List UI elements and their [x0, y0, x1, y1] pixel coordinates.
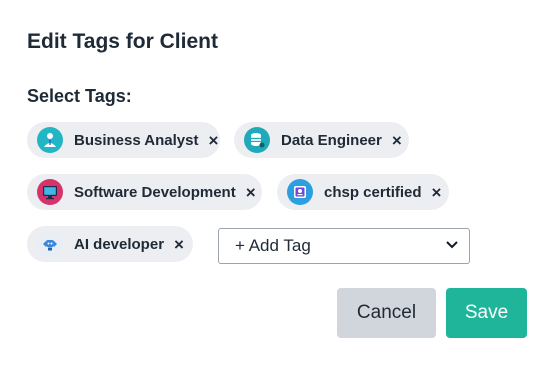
remove-tag-data-engineer-button[interactable]: × [392, 132, 402, 149]
tag-label: Data Engineer [281, 131, 382, 149]
business-analyst-icon [37, 127, 63, 153]
tag-chip-business-analyst: Business Analyst × [27, 122, 220, 158]
remove-tag-business-analyst-button[interactable]: × [209, 132, 219, 149]
dialog-title: Edit Tags for Client [27, 30, 218, 53]
tag-chip-data-engineer: Data Engineer × [234, 122, 409, 158]
tag-label: Business Analyst [74, 131, 199, 149]
tag-label: AI developer [74, 235, 165, 253]
remove-tag-ai-developer-button[interactable]: × [174, 236, 184, 253]
add-tag-selected-value: + Add Tag [235, 236, 311, 255]
save-button[interactable]: Save [446, 288, 527, 338]
edit-tags-dialog: Edit Tags for Client Select Tags: Busine… [0, 0, 554, 365]
monitor-code-icon [37, 179, 63, 205]
remove-tag-chsp-certified-button[interactable]: × [432, 184, 442, 201]
tag-chip-chsp-certified: chsp certified × [277, 174, 449, 210]
tag-chip-ai-developer: AI developer × [27, 226, 193, 262]
certificate-icon [287, 179, 313, 205]
tag-label: chsp certified [324, 183, 422, 201]
select-tags-label: Select Tags: [27, 86, 132, 106]
tag-chip-software-development: Software Development × [27, 174, 262, 210]
tag-label: Software Development [74, 183, 236, 201]
remove-tag-software-development-button[interactable]: × [246, 184, 256, 201]
cancel-button[interactable]: Cancel [337, 288, 436, 338]
add-tag-select[interactable]: + Add Tag [218, 228, 470, 264]
ai-robot-icon [37, 231, 63, 257]
chevron-down-icon [445, 237, 459, 255]
database-icon [244, 127, 270, 153]
